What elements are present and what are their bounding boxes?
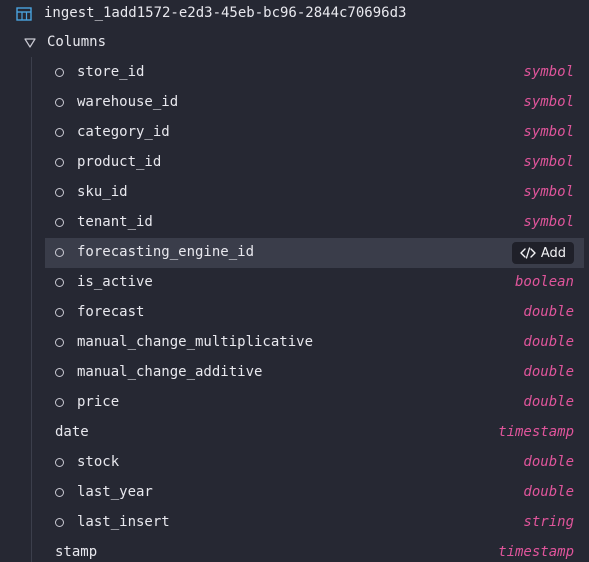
column-type: symbol	[523, 154, 574, 170]
column-type: double	[523, 394, 574, 410]
column-type: symbol	[523, 64, 574, 80]
table-icon	[16, 7, 32, 21]
column-row[interactable]: last_year double	[0, 478, 589, 508]
column-row[interactable]: manual_change_additive double	[0, 358, 589, 388]
column-type: double	[523, 484, 574, 500]
column-row[interactable]: product_id symbol	[0, 148, 589, 178]
circle-icon	[55, 278, 64, 287]
columns-label: Columns	[47, 34, 107, 50]
circle-icon	[55, 398, 64, 407]
circle-icon	[55, 248, 64, 257]
column-row[interactable]: sku_id symbol	[0, 178, 589, 208]
column-name: forecast	[77, 304, 145, 320]
column-name: warehouse_id	[77, 94, 179, 110]
circle-icon	[55, 488, 64, 497]
column-name: sku_id	[77, 184, 128, 200]
column-name: forecasting_engine_id	[77, 244, 255, 260]
circle-icon	[55, 98, 64, 107]
column-row[interactable]: stock double	[0, 448, 589, 478]
column-name: category_id	[77, 124, 170, 140]
column-name: last_insert	[77, 514, 170, 530]
column-type: double	[523, 364, 574, 380]
column-type: string	[523, 514, 574, 530]
column-row[interactable]: forecasting_engine_id Add	[45, 238, 584, 268]
column-row[interactable]: tenant_id symbol	[0, 208, 589, 238]
column-type: double	[523, 454, 574, 470]
add-button-label: Add	[540, 245, 566, 261]
column-row[interactable]: last_insert string	[0, 508, 589, 538]
column-name: manual_change_additive	[77, 364, 263, 380]
column-row[interactable]: manual_change_multiplicative double	[0, 328, 589, 358]
columns-section-header[interactable]: Columns	[0, 28, 589, 58]
column-name: manual_change_multiplicative	[77, 334, 314, 350]
column-type: timestamp	[498, 544, 574, 560]
column-row[interactable]: date timestamp	[0, 418, 589, 448]
column-name: product_id	[77, 154, 162, 170]
circle-icon	[55, 218, 64, 227]
column-type: symbol	[523, 184, 574, 200]
column-type: timestamp	[498, 424, 574, 440]
circle-icon	[55, 368, 64, 377]
column-row[interactable]: stamp timestamp	[0, 538, 589, 562]
code-icon	[520, 247, 536, 259]
table-name: ingest_1add1572-e2d3-45eb-bc96-2844c7069…	[44, 5, 407, 21]
column-type: symbol	[523, 214, 574, 230]
column-name: last_year	[77, 484, 153, 500]
column-row[interactable]: forecast double	[0, 298, 589, 328]
circle-icon	[55, 68, 64, 77]
column-name: price	[77, 394, 120, 410]
circle-icon	[55, 458, 64, 467]
circle-icon	[55, 338, 64, 347]
column-row[interactable]: price double	[0, 388, 589, 418]
column-type: symbol	[523, 94, 574, 110]
column-name: date	[55, 424, 89, 440]
circle-icon	[55, 518, 64, 527]
column-name: is_active	[77, 274, 153, 290]
column-row[interactable]: category_id symbol	[0, 118, 589, 148]
column-type: symbol	[523, 124, 574, 140]
add-column-button[interactable]: Add	[511, 242, 574, 264]
circle-icon	[55, 188, 64, 197]
table-header-row[interactable]: ingest_1add1572-e2d3-45eb-bc96-2844c7069…	[0, 0, 589, 28]
column-type: boolean	[514, 274, 574, 290]
circle-icon	[55, 308, 64, 317]
column-row[interactable]: store_id symbol	[0, 58, 589, 88]
circle-icon	[55, 158, 64, 167]
circle-icon	[55, 128, 64, 137]
column-name: stamp	[55, 544, 98, 560]
column-type: double	[523, 304, 574, 320]
column-name: store_id	[77, 64, 145, 80]
column-row[interactable]: warehouse_id symbol	[0, 88, 589, 118]
column-row[interactable]: is_active boolean	[0, 268, 589, 298]
column-name: stock	[77, 454, 120, 470]
column-type: double	[523, 334, 574, 350]
column-name: tenant_id	[77, 214, 153, 230]
caret-down-icon[interactable]	[24, 37, 36, 49]
